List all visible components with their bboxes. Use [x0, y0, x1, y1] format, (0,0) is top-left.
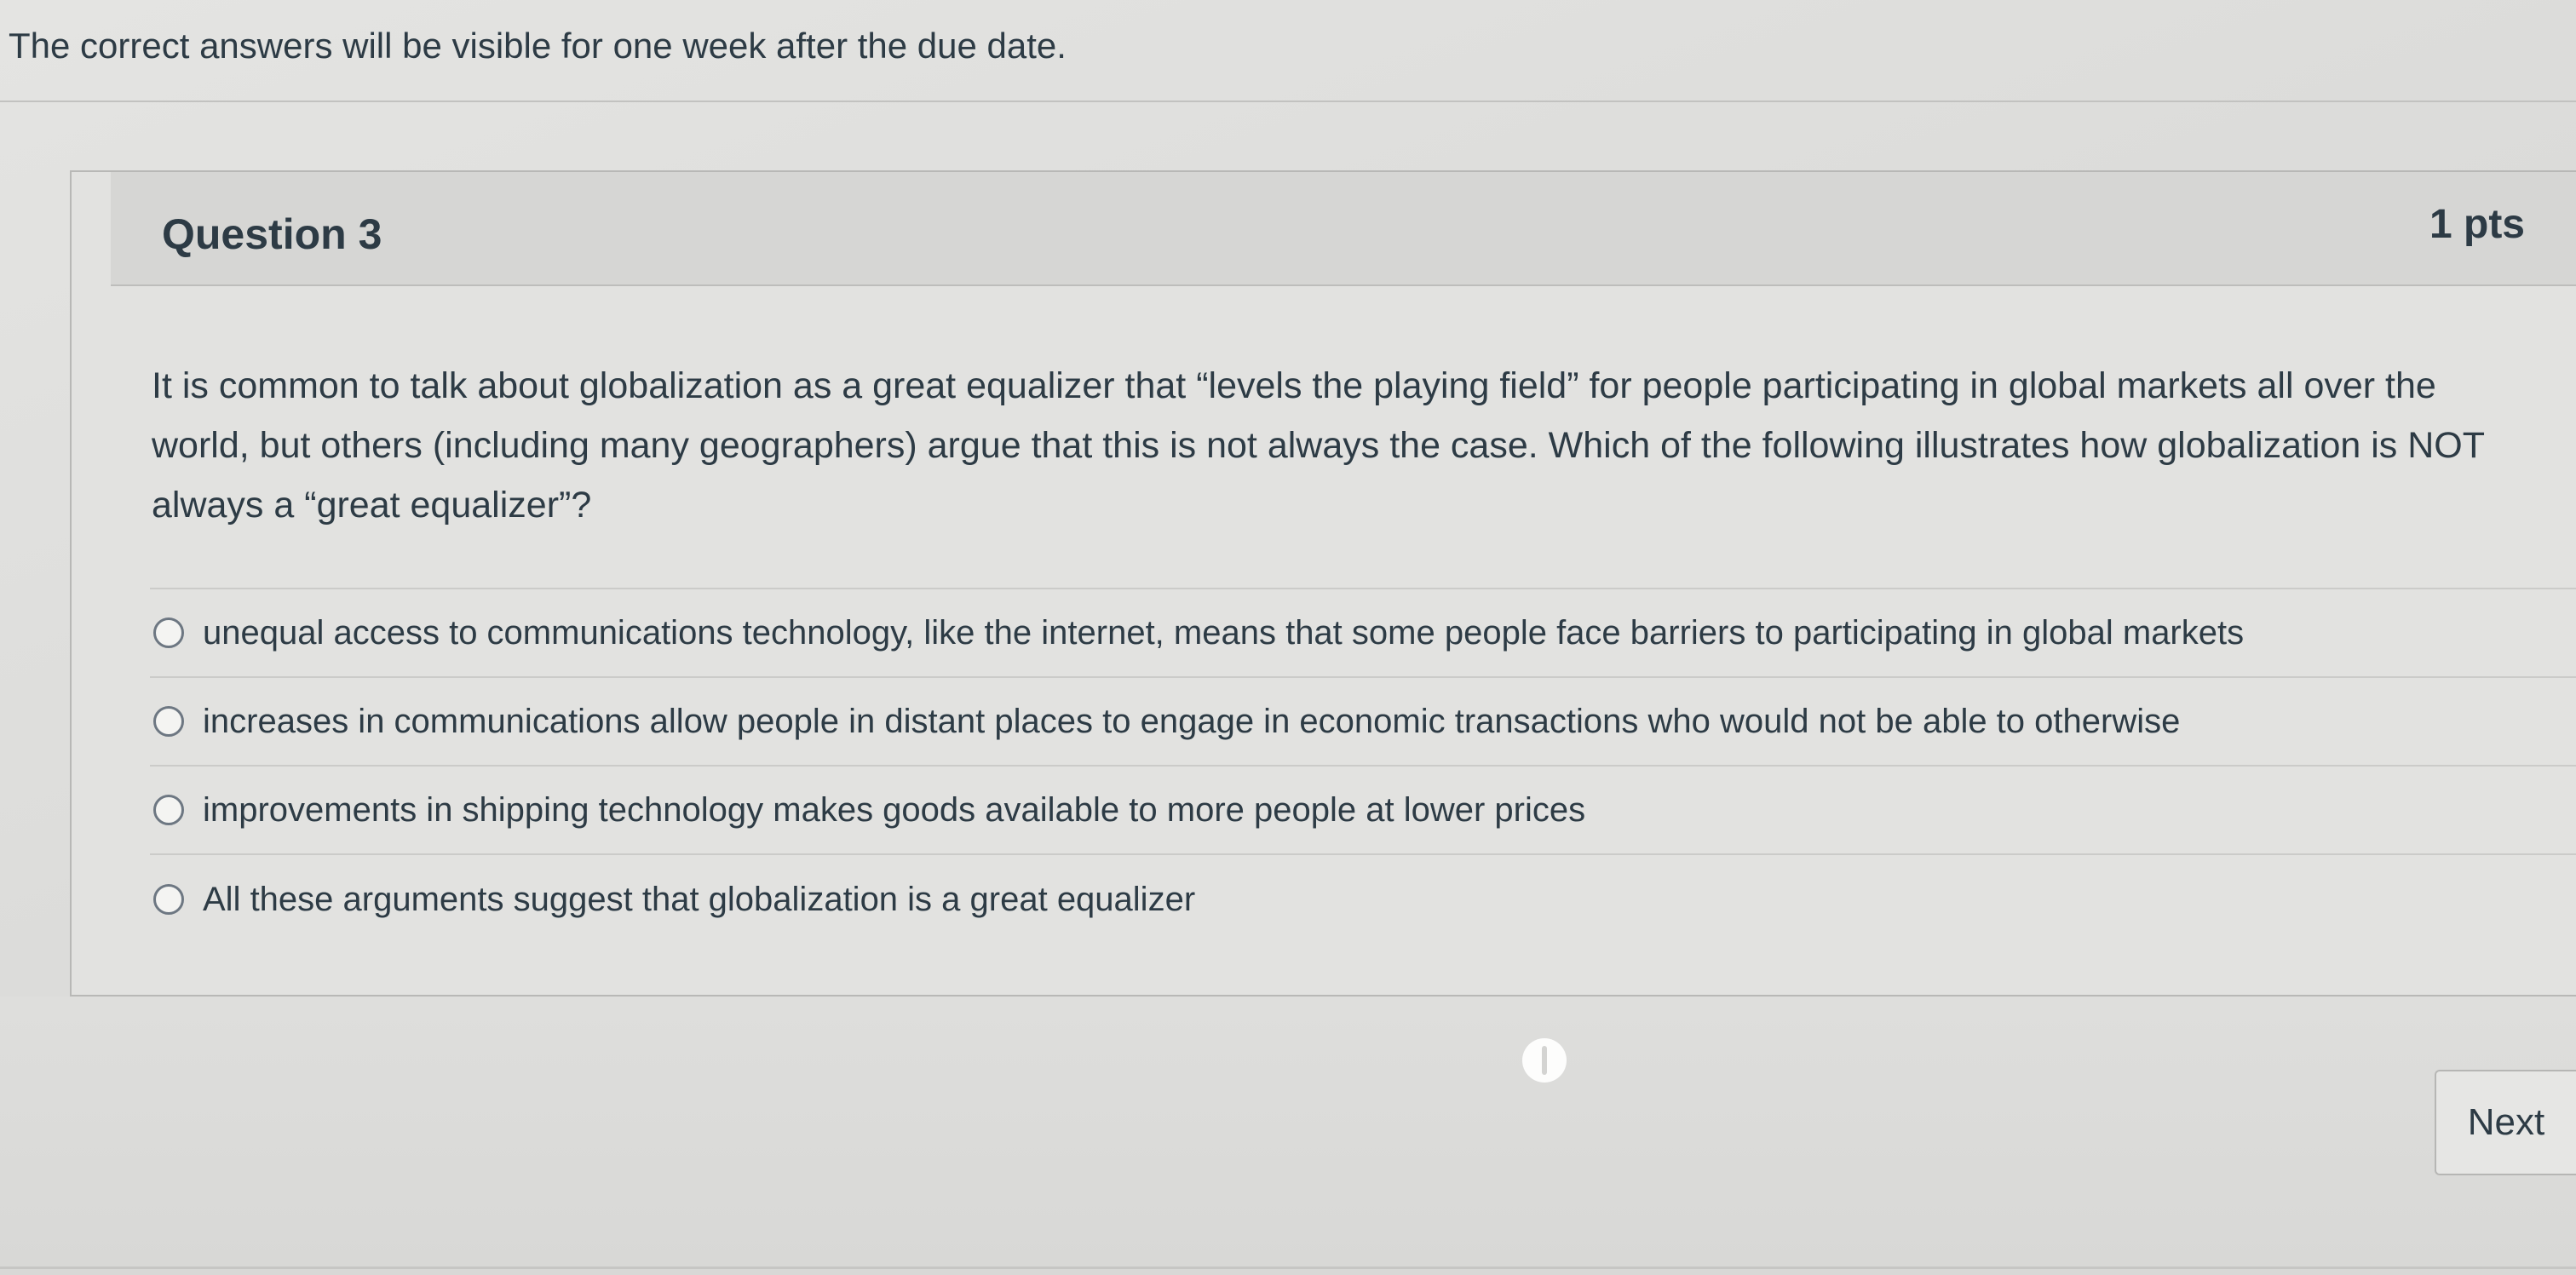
- divider: [0, 101, 2576, 102]
- answer-label: All these arguments suggest that globali…: [203, 880, 1196, 918]
- answer-label: unequal access to communications technol…: [203, 613, 2245, 652]
- due-date-notice: The correct answers will be visible for …: [9, 26, 1067, 66]
- answer-option-1[interactable]: unequal access to communications technol…: [150, 589, 2576, 678]
- radio-unselected-icon[interactable]: [153, 706, 184, 737]
- question-title: Question 3: [162, 210, 382, 258]
- next-button[interactable]: Next: [2435, 1070, 2576, 1175]
- radio-unselected-icon[interactable]: [153, 617, 184, 648]
- footer-area: [0, 996, 2576, 1275]
- answer-option-3[interactable]: improvements in shipping technology make…: [150, 767, 2576, 855]
- pointer-cursor-icon: [1522, 1038, 1567, 1083]
- question-header: Question 3 1 pts: [111, 172, 2576, 286]
- answer-label: improvements in shipping technology make…: [203, 790, 1586, 829]
- answer-option-4[interactable]: All these arguments suggest that globali…: [150, 855, 2576, 944]
- answer-option-2[interactable]: increases in communications allow people…: [150, 678, 2576, 767]
- radio-unselected-icon[interactable]: [153, 884, 184, 915]
- question-points: 1 pts: [2429, 202, 2525, 247]
- question-text: It is common to talk about globalization…: [152, 365, 2485, 526]
- answer-label: increases in communications allow people…: [203, 702, 2181, 740]
- radio-unselected-icon[interactable]: [153, 795, 184, 825]
- bottom-divider: [0, 1266, 2576, 1269]
